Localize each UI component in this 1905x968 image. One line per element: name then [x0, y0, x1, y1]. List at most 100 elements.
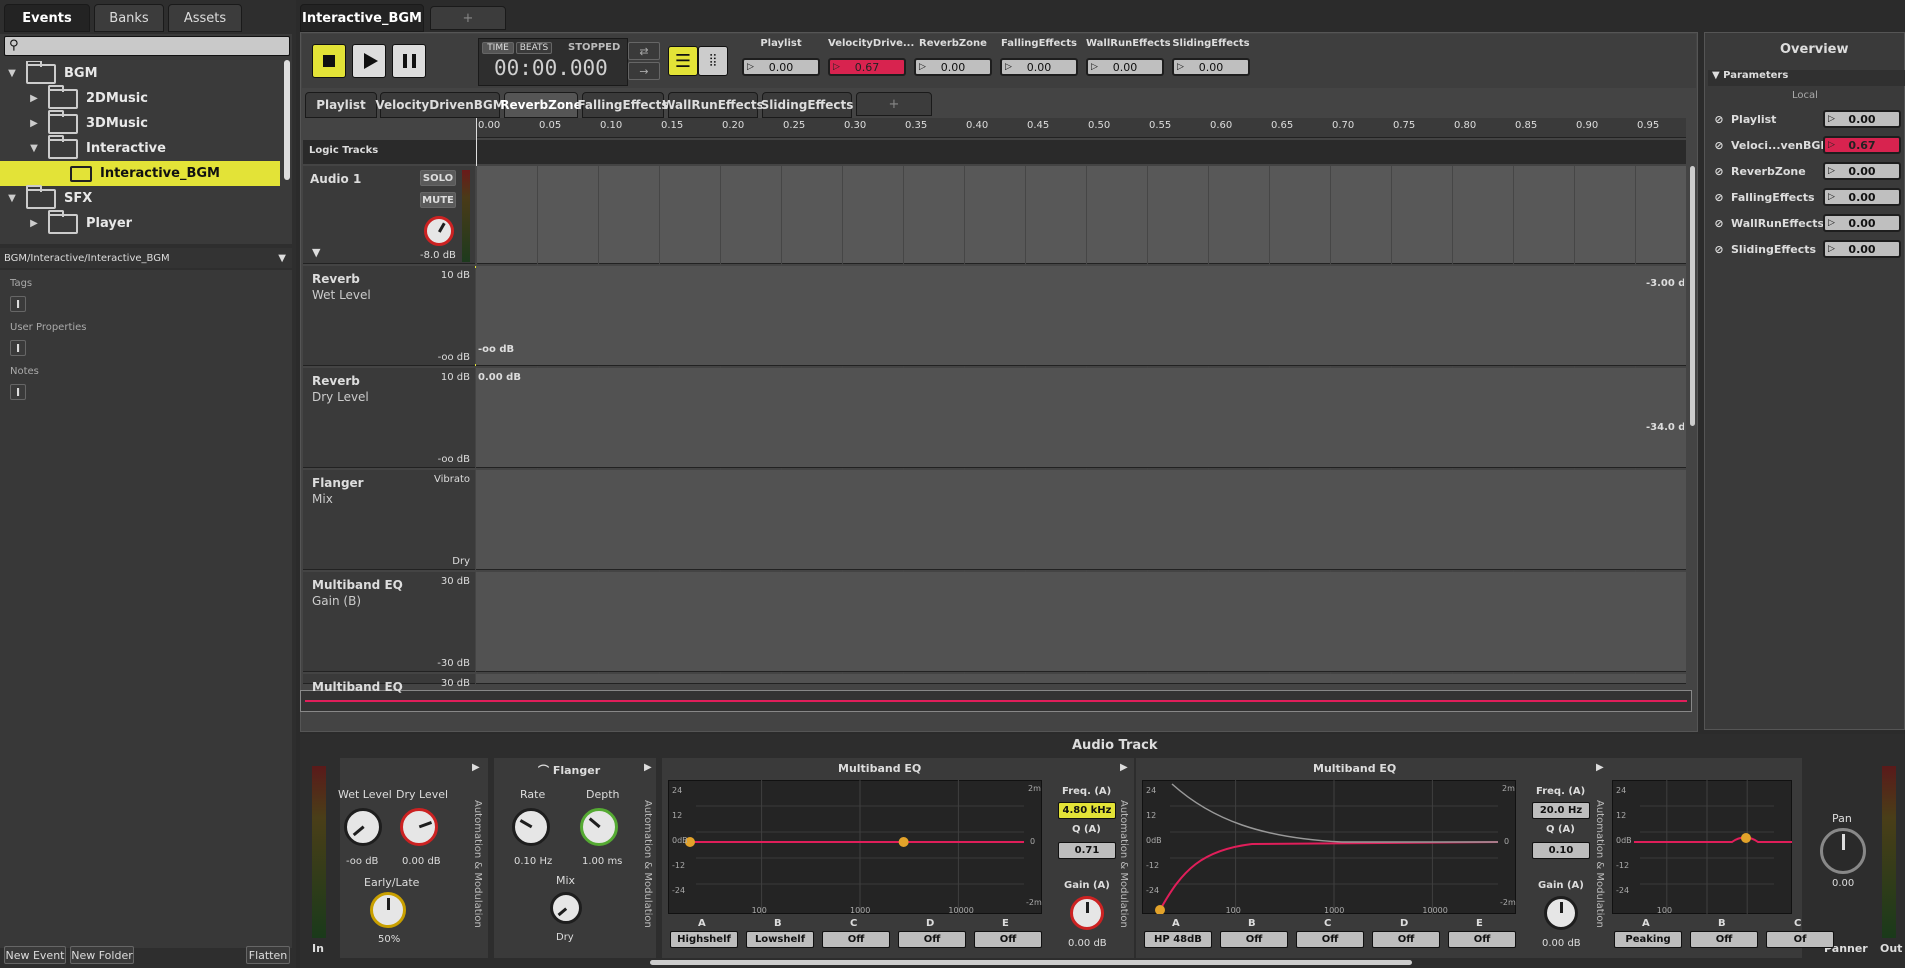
timeline-ruler[interactable] — [476, 118, 1686, 138]
collapse-icon[interactable]: ▼ — [4, 68, 20, 79]
deck-hscroll[interactable] — [650, 960, 1412, 965]
pan-knob[interactable] — [1820, 828, 1866, 874]
search-field[interactable]: ⚲ — [4, 36, 290, 56]
track-volume-knob[interactable] — [424, 216, 454, 246]
reverb-expand-icon[interactable]: ▶ — [472, 762, 480, 773]
eq-gain-knob[interactable] — [1070, 896, 1104, 930]
top-param-value[interactable]: ▷ 0.00 — [1172, 58, 1250, 76]
overview-param-row[interactable]: ⊘ SlidingEffects ▷ 0.00 — [1709, 238, 1905, 260]
eq-band-type[interactable]: Off — [898, 931, 966, 948]
overview-param-row[interactable]: ⊘ FallingEffects ▷ 0.00 — [1709, 186, 1905, 208]
grid-view-button[interactable]: ⦙⦙ — [698, 46, 728, 76]
overview-param-value[interactable]: ▷ 0.67 — [1823, 136, 1901, 154]
beats-mode-button[interactable]: BEATS — [516, 42, 552, 54]
eq-band-type[interactable]: Off — [1220, 931, 1288, 948]
overview-strip[interactable] — [300, 690, 1692, 712]
tree-item-bgm[interactable]: ▼ BGM — [0, 61, 280, 86]
overview-param-value[interactable]: ▷ 0.00 — [1823, 188, 1901, 206]
eq-freq-value[interactable]: 20.0 Hz — [1532, 802, 1590, 819]
add-tab-button[interactable]: + — [430, 6, 506, 30]
tab-banks[interactable]: Banks — [94, 4, 164, 32]
eq-band-type[interactable]: Peaking — [1614, 931, 1682, 948]
flanger-depth-knob[interactable] — [580, 808, 618, 846]
eq-band-type[interactable]: Off — [1372, 931, 1440, 948]
top-param-value[interactable]: ▷ 0.67 — [828, 58, 906, 76]
eq-band-type[interactable]: Off — [1296, 931, 1364, 948]
eq-band-type[interactable]: Lowshelf — [746, 931, 814, 948]
eq-expand-icon[interactable]: ▶ — [1120, 762, 1128, 773]
tree-item-2dmusic[interactable]: ▶ 2DMusic — [0, 84, 280, 111]
overview-param-value[interactable]: ▷ 0.00 — [1823, 214, 1901, 232]
automation-lane[interactable] — [476, 368, 1686, 468]
eq-gain-knob[interactable] — [1544, 896, 1578, 930]
expand-icon[interactable]: ▶ — [26, 218, 42, 229]
chevron-down-icon[interactable]: ▼ — [278, 253, 286, 264]
eq-band-type[interactable]: Off — [1690, 931, 1758, 948]
flanger-rate-knob[interactable] — [512, 808, 550, 846]
eq-band-type[interactable]: Off — [974, 931, 1042, 948]
param-tab-velocitydrivenbgm[interactable]: VelocityDrivenBGM — [375, 92, 505, 118]
mute-button[interactable]: MUTE — [420, 192, 456, 208]
play-button[interactable] — [352, 44, 386, 78]
eq-q-value[interactable]: 0.10 — [1532, 842, 1590, 859]
time-mode-button[interactable]: TIME — [482, 42, 514, 54]
overview-param-row[interactable]: ⊘ ReverbZone ▷ 0.00 — [1709, 160, 1905, 182]
collapse-icon[interactable]: ▼ — [4, 193, 20, 204]
expand-icon[interactable]: ▶ — [26, 93, 42, 104]
eq-expand-icon[interactable]: ▶ — [1596, 762, 1604, 773]
reverb-wet-knob[interactable] — [344, 808, 382, 846]
solo-button[interactable]: SOLO — [420, 170, 456, 186]
overview-param-row[interactable]: ⊘ Veloci...venBGM ▷ 0.67 — [1709, 134, 1905, 156]
stop-button[interactable] — [312, 44, 346, 78]
list-view-button[interactable]: ☰ — [668, 46, 698, 76]
eq-freq-value[interactable]: 4.80 kHz — [1058, 802, 1116, 819]
automation-lane[interactable] — [476, 572, 1686, 672]
reverb-early-knob[interactable] — [370, 892, 406, 928]
eq-automation-label[interactable]: Automation & Modulation — [1594, 800, 1605, 950]
overview-param-value[interactable]: ▷ 0.00 — [1823, 162, 1901, 180]
audio-track-lane[interactable] — [476, 166, 1686, 264]
top-param-value[interactable]: ▷ 0.00 — [1000, 58, 1078, 76]
param-tab-reverbzone[interactable]: ReverbZone — [500, 92, 582, 118]
new-folder-button[interactable]: New Folder — [70, 946, 134, 964]
eq-band-type[interactable]: Off — [822, 931, 890, 948]
automation-lane[interactable] — [476, 674, 1686, 684]
add-param-tab-button[interactable]: + — [856, 92, 932, 116]
automation-lane[interactable] — [476, 266, 1686, 366]
param-tab-fallingeffects[interactable]: FallingEffects — [577, 92, 669, 118]
reverb-dry-knob[interactable] — [400, 808, 438, 846]
flanger-automation-label[interactable]: Automation & Modulation — [642, 800, 653, 950]
overview-param-value[interactable]: ▷ 0.00 — [1823, 110, 1901, 128]
tab-events[interactable]: Events — [4, 4, 90, 32]
loop-toggle[interactable]: ⇄ — [628, 42, 660, 60]
param-tab-slidingeffects[interactable]: SlidingEffects — [761, 92, 853, 118]
top-param-value[interactable]: ▷ 0.00 — [742, 58, 820, 76]
top-param-value[interactable]: ▷ 0.00 — [1086, 58, 1164, 76]
tree-item-interactive[interactable]: ▼ Interactive — [0, 134, 280, 161]
automation-lane[interactable] — [476, 470, 1686, 570]
param-tab-playlist[interactable]: Playlist — [305, 92, 377, 118]
follow-toggle[interactable]: → — [628, 62, 660, 80]
tags-edit-icon[interactable]: I — [10, 296, 26, 312]
expand-icon[interactable]: ▶ — [26, 118, 42, 129]
reverb-automation-label[interactable]: Automation & Modulation — [472, 800, 483, 950]
top-param-value[interactable]: ▷ 0.00 — [914, 58, 992, 76]
eq-automation-label[interactable]: Automation & Modulation — [1118, 800, 1129, 950]
editor-tab[interactable]: Interactive_BGM — [300, 4, 424, 32]
tree-item-interactive_bgm[interactable]: Interactive_BGM — [0, 161, 280, 186]
eq-band-type[interactable]: Off — [1448, 931, 1516, 948]
eq-band-type[interactable]: HP 48dB — [1144, 931, 1212, 948]
tree-scrollbar[interactable] — [284, 60, 290, 180]
user-properties-edit-icon[interactable]: I — [10, 340, 26, 356]
overview-param-value[interactable]: ▷ 0.00 — [1823, 240, 1901, 258]
tab-assets[interactable]: Assets — [168, 4, 242, 32]
track-expand-icon[interactable]: ▼ — [312, 246, 320, 259]
notes-edit-icon[interactable]: I — [10, 384, 26, 400]
new-event-button[interactable]: New Event — [4, 946, 66, 964]
eq-q-value[interactable]: 0.71 — [1058, 842, 1116, 859]
param-tab-wallruneffects[interactable]: WallRunEffects — [662, 92, 764, 118]
collapse-icon[interactable]: ▼ — [26, 143, 42, 154]
tree-item-player[interactable]: ▶ Player — [0, 209, 280, 236]
overview-param-row[interactable]: ⊘ Playlist ▷ 0.00 — [1709, 108, 1905, 130]
flanger-mix-knob[interactable] — [550, 892, 582, 924]
